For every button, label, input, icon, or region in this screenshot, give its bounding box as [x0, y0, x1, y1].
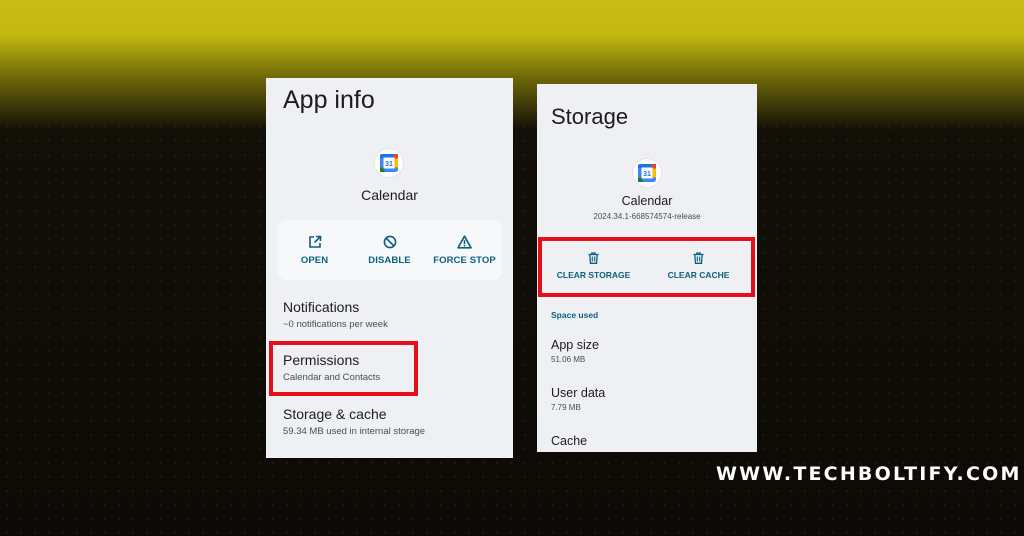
force-stop-button[interactable]: FORCE STOP	[427, 220, 502, 280]
app-name: Calendar	[621, 194, 673, 208]
open-button-label: OPEN	[300, 254, 329, 266]
app-size-item: App size 51.06 MB	[551, 338, 599, 364]
app-version: 2024.34.1-668574574-release	[593, 212, 701, 221]
cache-item: Cache	[551, 434, 587, 451]
user-data-value: 7.79 MB	[551, 403, 581, 412]
user-data-title: User data	[551, 386, 606, 400]
disable-button[interactable]: DISABLE	[352, 220, 427, 280]
svg-text:31: 31	[643, 171, 651, 178]
storage-cache-title: Storage & cache	[283, 406, 387, 422]
open-button[interactable]: OPEN	[277, 220, 352, 280]
clear-storage-button[interactable]: CLEAR STORAGE	[541, 240, 646, 292]
disable-button-label: DISABLE	[368, 254, 411, 266]
permissions-item[interactable]: Permissions Calendar and Contacts	[283, 352, 380, 383]
user-data-item: User data 7.79 MB	[551, 386, 605, 412]
clear-cache-label: CLEAR CACHE	[667, 270, 730, 280]
notifications-title: Notifications	[283, 299, 360, 315]
force-stop-button-label: FORCE STOP	[433, 254, 496, 266]
notifications-item[interactable]: Notifications ~0 notifications per week	[283, 299, 388, 330]
clear-storage-label: CLEAR STORAGE	[556, 270, 631, 280]
site-watermark: WWW.TECHBOLTIFY.COM	[716, 463, 1022, 485]
calendar-app-icon: 31	[633, 159, 661, 187]
trash-icon	[588, 252, 599, 264]
page-title: App info	[283, 86, 375, 114]
permissions-title: Permissions	[283, 352, 360, 368]
open-external-icon	[308, 235, 321, 248]
storage-cache-subtitle: 59.34 MB used in internal storage	[283, 426, 426, 437]
app-size-value: 51.06 MB	[551, 355, 586, 364]
notifications-subtitle: ~0 notifications per week	[283, 319, 388, 330]
page-title: Storage	[551, 104, 629, 129]
storage-cache-item[interactable]: Storage & cache 59.34 MB used in interna…	[283, 406, 425, 437]
app-name: Calendar	[361, 187, 418, 203]
app-actions-bar: OPEN DISABLE FORCE STOP	[277, 220, 502, 280]
trash-icon	[693, 252, 704, 264]
app-size-title: App size	[551, 338, 599, 352]
app-info-screen: App info 31 Calendar OPEN DISABLE FORCE …	[266, 78, 513, 458]
warning-icon	[457, 234, 472, 249]
cache-title: Cache	[551, 434, 588, 448]
calendar-app-icon: 31	[375, 149, 403, 177]
clear-cache-button[interactable]: CLEAR CACHE	[646, 240, 751, 292]
storage-screen: Storage 31 Calendar 2024.34.1-668574574-…	[537, 84, 757, 452]
space-used-heading: Space used	[551, 310, 599, 320]
disable-icon	[383, 235, 396, 248]
permissions-subtitle: Calendar and Contacts	[283, 372, 381, 383]
svg-text:31: 31	[385, 161, 393, 168]
storage-actions-bar: CLEAR STORAGE CLEAR CACHE	[541, 240, 751, 292]
